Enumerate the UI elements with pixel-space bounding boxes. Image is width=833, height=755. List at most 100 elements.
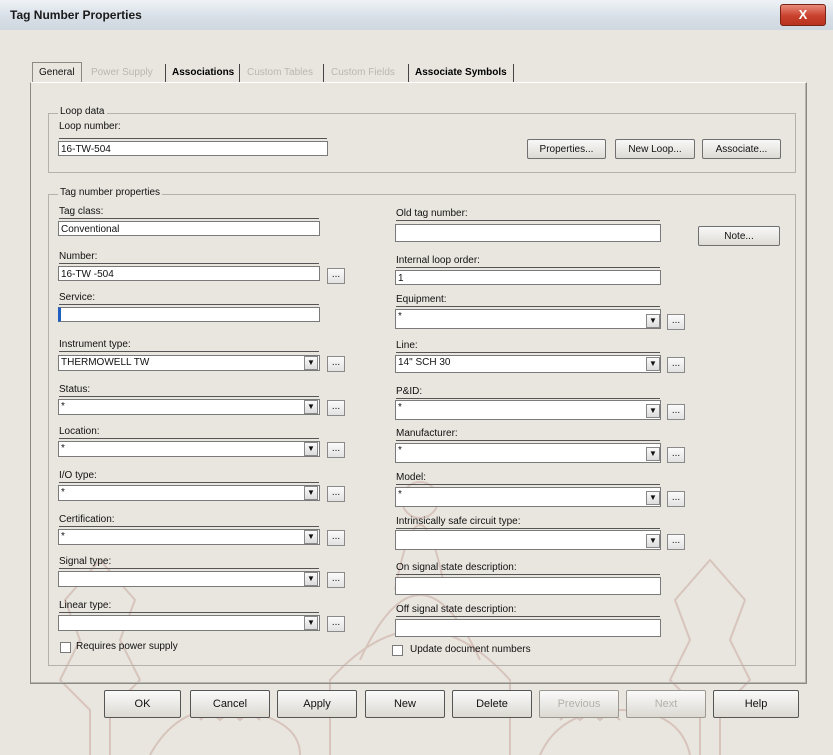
- previous-button[interactable]: Previous: [539, 690, 619, 718]
- manufacturer-label: Manufacturer:: [396, 428, 458, 439]
- instrument-type-ellipsis-button[interactable]: ...: [327, 356, 345, 372]
- tag-class-label: Tag class:: [59, 206, 104, 217]
- on-signal-state-underline: [396, 574, 660, 575]
- off-signal-state-field[interactable]: [395, 619, 661, 637]
- tag-class-underline: [59, 218, 319, 219]
- intrinsically-safe-ellipsis-button[interactable]: ...: [667, 534, 685, 550]
- chevron-down-icon[interactable]: ▼: [304, 400, 318, 414]
- signal-type-underline: [59, 568, 319, 569]
- equipment-underline: [396, 306, 660, 307]
- old-tag-number-field[interactable]: [395, 224, 661, 242]
- line-underline: [396, 352, 660, 353]
- model-combo[interactable]: *: [395, 487, 661, 507]
- tab-custom-fields[interactable]: Custom Fields: [328, 64, 398, 81]
- line-ellipsis-button[interactable]: ...: [667, 357, 685, 373]
- status-ellipsis-button[interactable]: ...: [327, 400, 345, 416]
- title-bar[interactable]: Tag Number Properties X: [0, 0, 833, 31]
- properties-button[interactable]: Properties...: [527, 139, 606, 159]
- associate-button[interactable]: Associate...: [702, 139, 781, 159]
- chevron-down-icon[interactable]: ▼: [304, 616, 318, 630]
- certification-underline: [59, 526, 319, 527]
- pid-label: P&ID:: [396, 386, 423, 397]
- certification-label: Certification:: [59, 514, 115, 525]
- new-button[interactable]: New: [365, 690, 445, 718]
- tab-associate-symbols[interactable]: Associate Symbols: [412, 64, 510, 81]
- manufacturer-combo[interactable]: *: [395, 443, 661, 463]
- old-tag-number-label: Old tag number:: [396, 208, 468, 219]
- status-combo[interactable]: *: [58, 399, 320, 415]
- model-ellipsis-button[interactable]: ...: [667, 491, 685, 507]
- chevron-down-icon[interactable]: ▼: [304, 530, 318, 544]
- next-button[interactable]: Next: [626, 690, 706, 718]
- linear-type-ellipsis-button[interactable]: ...: [327, 616, 345, 632]
- service-field[interactable]: [58, 307, 320, 322]
- chevron-down-icon[interactable]: ▼: [646, 357, 660, 371]
- update-document-numbers-label: Update document numbers: [410, 644, 531, 655]
- instrument-type-label: Instrument type:: [59, 339, 131, 350]
- chevron-down-icon[interactable]: ▼: [304, 572, 318, 586]
- chevron-down-icon[interactable]: ▼: [646, 534, 660, 548]
- tab-separator: [408, 64, 409, 82]
- linear-type-combo[interactable]: [58, 615, 320, 631]
- chevron-down-icon[interactable]: ▼: [304, 486, 318, 500]
- io-type-ellipsis-button[interactable]: ...: [327, 486, 345, 502]
- io-type-combo[interactable]: *: [58, 485, 320, 501]
- chevron-down-icon[interactable]: ▼: [646, 447, 660, 461]
- chevron-down-icon[interactable]: ▼: [646, 314, 660, 328]
- io-type-label: I/O type:: [59, 470, 97, 481]
- intrinsically-safe-combo[interactable]: [395, 530, 661, 550]
- on-signal-state-label: On signal state description:: [396, 562, 517, 573]
- delete-button[interactable]: Delete: [452, 690, 532, 718]
- pid-combo[interactable]: *: [395, 400, 661, 420]
- new-loop-button[interactable]: New Loop...: [615, 139, 695, 159]
- equipment-combo[interactable]: *: [395, 309, 661, 329]
- chevron-down-icon[interactable]: ▼: [304, 442, 318, 456]
- number-label: Number:: [59, 251, 98, 262]
- linear-type-label: Linear type:: [59, 600, 112, 611]
- internal-loop-order-field[interactable]: 1: [395, 270, 661, 285]
- internal-loop-order-underline: [396, 267, 660, 268]
- on-signal-state-field[interactable]: [395, 577, 661, 595]
- certification-ellipsis-button[interactable]: ...: [327, 530, 345, 546]
- location-label: Location:: [59, 426, 100, 437]
- status-label: Status:: [59, 384, 91, 395]
- loop-number-field[interactable]: 16-TW-504: [58, 141, 328, 156]
- apply-button[interactable]: Apply: [277, 690, 357, 718]
- chevron-down-icon[interactable]: ▼: [646, 404, 660, 418]
- signal-type-label: Signal type:: [59, 556, 112, 567]
- tab-general[interactable]: General: [32, 62, 82, 83]
- io-type-underline: [59, 482, 319, 483]
- number-ellipsis-button[interactable]: ...: [327, 268, 345, 284]
- pid-ellipsis-button[interactable]: ...: [667, 404, 685, 420]
- requires-power-supply-label: Requires power supply: [76, 641, 178, 652]
- cancel-button[interactable]: Cancel: [190, 690, 270, 718]
- tab-associations[interactable]: Associations: [169, 64, 237, 81]
- equipment-label: Equipment:: [396, 294, 447, 305]
- tab-custom-tables[interactable]: Custom Tables: [244, 64, 316, 81]
- tab-power-supply[interactable]: Power Supply: [88, 64, 156, 81]
- number-field[interactable]: 16-TW -504: [58, 266, 320, 281]
- tab-separator: [323, 64, 324, 82]
- help-button[interactable]: Help: [713, 690, 799, 718]
- tag-class-field[interactable]: Conventional: [58, 221, 320, 236]
- location-ellipsis-button[interactable]: ...: [327, 442, 345, 458]
- location-combo[interactable]: *: [58, 441, 320, 457]
- status-underline: [59, 396, 319, 397]
- chevron-down-icon[interactable]: ▼: [646, 491, 660, 505]
- chevron-down-icon[interactable]: ▼: [304, 356, 318, 370]
- ok-button[interactable]: OK: [104, 690, 181, 718]
- close-button[interactable]: X: [780, 4, 826, 26]
- off-signal-state-underline: [396, 616, 660, 617]
- certification-combo[interactable]: *: [58, 529, 320, 545]
- requires-power-supply-checkbox[interactable]: [60, 642, 71, 653]
- line-combo[interactable]: 14" SCH 30: [395, 355, 661, 373]
- update-document-numbers-checkbox[interactable]: [392, 645, 403, 656]
- manufacturer-ellipsis-button[interactable]: ...: [667, 447, 685, 463]
- signal-type-ellipsis-button[interactable]: ...: [327, 572, 345, 588]
- instrument-type-combo[interactable]: THERMOWELL TW: [58, 355, 320, 371]
- note-button[interactable]: Note...: [698, 226, 780, 246]
- tab-separator: [513, 64, 514, 82]
- intrinsically-safe-label: Intrinsically safe circuit type:: [396, 516, 521, 527]
- signal-type-combo[interactable]: [58, 571, 320, 587]
- equipment-ellipsis-button[interactable]: ...: [667, 314, 685, 330]
